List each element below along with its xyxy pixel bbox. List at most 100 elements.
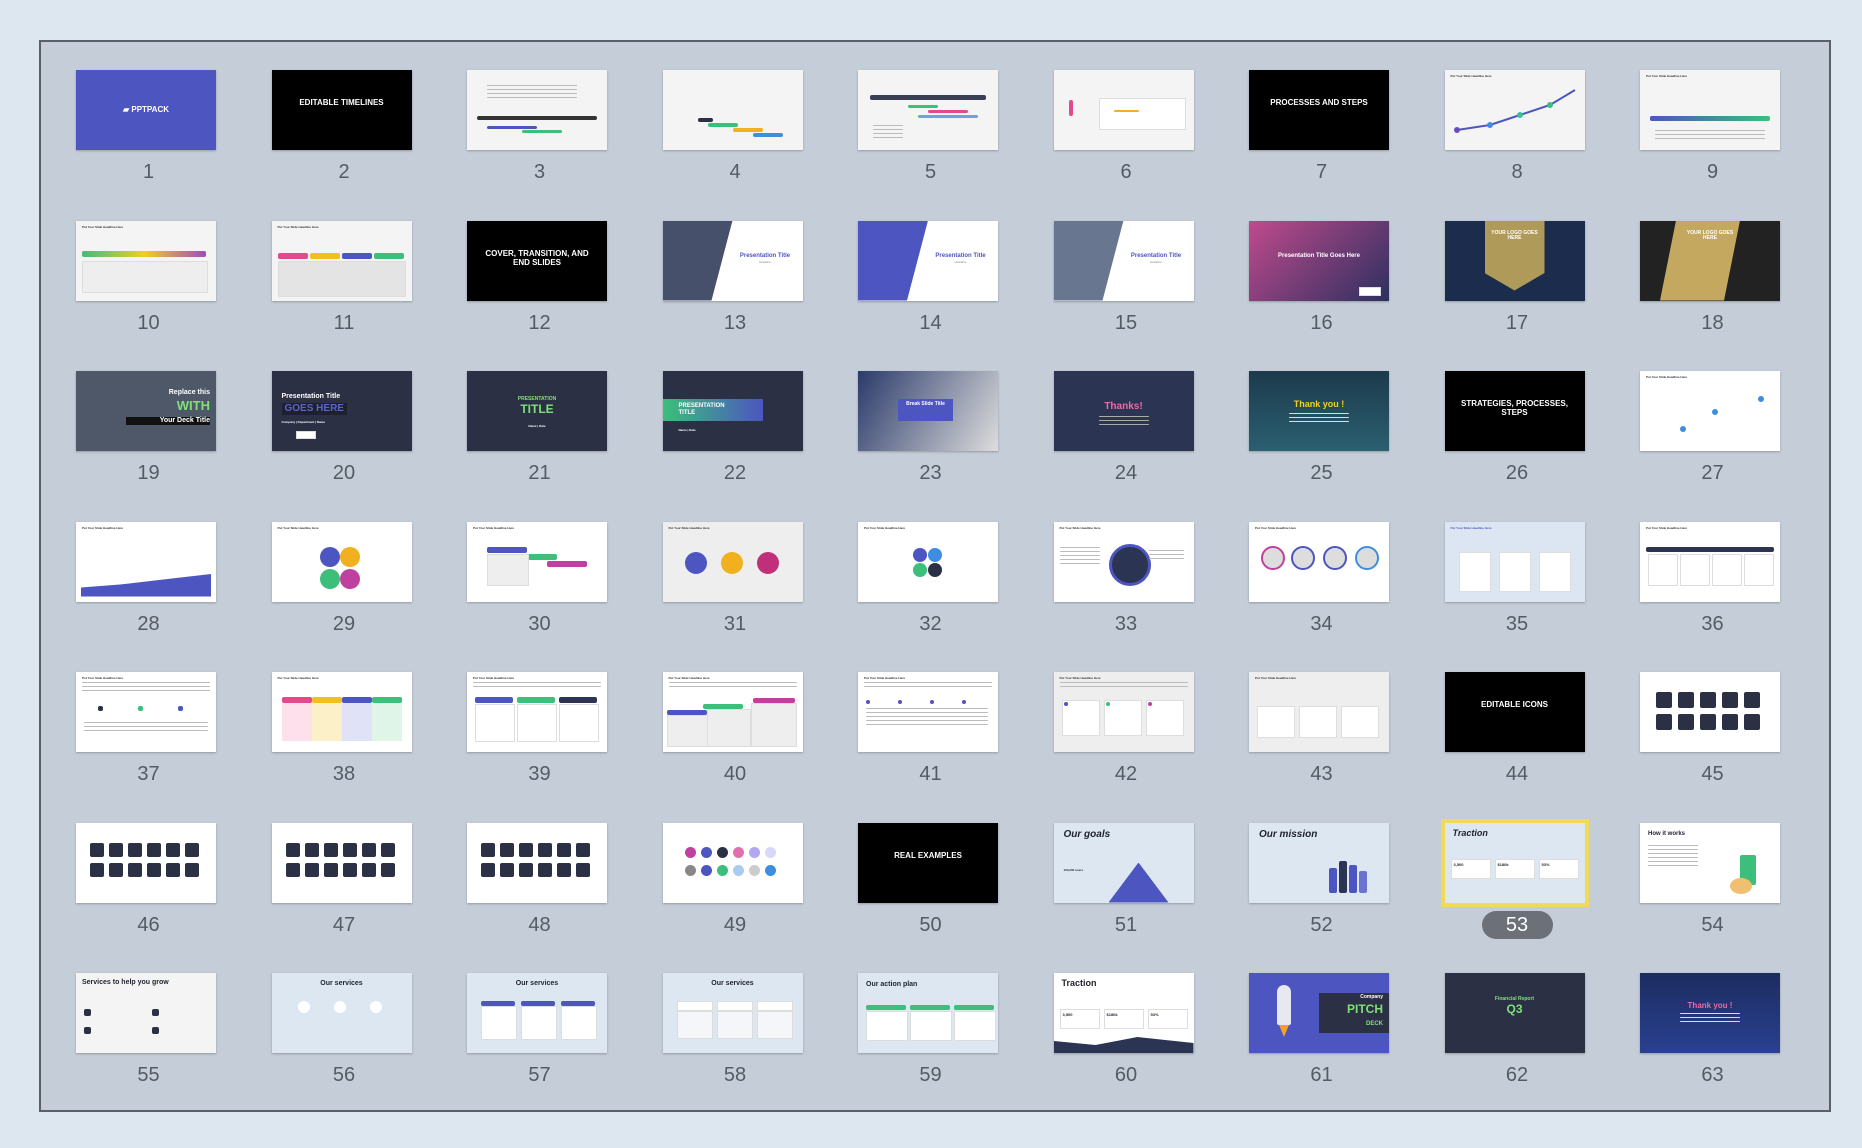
slide-thumbnail[interactable] xyxy=(467,822,607,903)
slide-thumbnail[interactable]: Thank you ! xyxy=(1249,371,1389,451)
slide-thumbnail-item[interactable]: 3 xyxy=(442,42,637,192)
slide-thumbnail[interactable]: Thanks! xyxy=(1053,371,1194,451)
slide-thumbnail-item[interactable]: Our mission 52 xyxy=(1224,795,1419,945)
slide-thumbnail-item[interactable]: 4 xyxy=(638,42,833,192)
slide-thumbnail[interactable]: Put Your Slide Headline Here xyxy=(271,220,412,301)
slide-thumbnail[interactable] xyxy=(271,822,412,903)
slide-thumbnail[interactable] xyxy=(662,70,803,150)
slide-thumbnail[interactable]: Company PITCH DECK xyxy=(1249,973,1389,1053)
slide-thumbnail[interactable]: Thank you ! xyxy=(1640,973,1780,1053)
slide-thumbnail[interactable]: How it works xyxy=(1640,822,1780,903)
slide-thumbnail-item[interactable]: Traction 3,500 $180k 53% 60 xyxy=(1029,945,1224,1095)
slide-thumbnail[interactable]: Put Your Slide Headline Here xyxy=(858,672,998,752)
slide-thumbnail-item[interactable]: 49 xyxy=(638,795,833,945)
slide-thumbnail-item[interactable]: Put Your Slide Headline Here 38 xyxy=(247,644,442,794)
slide-thumbnail-item[interactable]: YOUR LOGO GOES HERE 17 xyxy=(1420,193,1615,343)
slide-thumbnail-item[interactable]: 47 xyxy=(247,795,442,945)
slide-thumbnail[interactable]: Break Slide Title xyxy=(858,371,998,451)
slide-thumbnail-item[interactable]: PROCESSES AND STEPS 7 xyxy=(1224,42,1419,192)
slide-thumbnail-item[interactable]: Thanks! 24 xyxy=(1029,343,1224,493)
slide-thumbnail[interactable] xyxy=(858,70,998,150)
slide-thumbnail-item[interactable]: How it works 54 xyxy=(1615,795,1810,945)
slide-thumbnail[interactable]: EDITABLE TIMELINES xyxy=(271,70,412,150)
slide-thumbnail-item[interactable]: STRATEGIES, PROCESSES, STEPS 26 xyxy=(1420,343,1615,493)
slide-thumbnail[interactable]: Put Your Slide Headline Here xyxy=(271,521,412,602)
slide-thumbnail[interactable]: Presentation Title Goes Here xyxy=(1249,220,1389,301)
slide-thumbnail-item[interactable]: Break Slide Title 23 xyxy=(833,343,1028,493)
slide-thumbnail[interactable]: PRESENTATION TITLE Name | Date xyxy=(662,371,803,451)
slide-thumbnail[interactable]: Traction 3,500 $180k 53% xyxy=(1053,973,1194,1053)
slide-thumbnail[interactable]: Put Your Slide Headline Here xyxy=(467,672,607,752)
slide-thumbnail-item[interactable]: Company PITCH DECK 61 xyxy=(1224,945,1419,1095)
slide-thumbnail[interactable]: Our action plan xyxy=(858,973,998,1053)
slide-thumbnail[interactable]: Traction 3,500 $180k 53% xyxy=(1440,818,1589,907)
slide-thumbnail-item[interactable]: COVER, TRANSITION, AND END SLIDES 12 xyxy=(442,193,637,343)
slide-thumbnail[interactable]: PRESENTATION TITLE Name | Date xyxy=(467,371,607,451)
slide-thumbnail[interactable]: Put Your Slide Headline Here xyxy=(1053,672,1194,752)
slide-thumbnail-item[interactable]: Replace this WITH Your Deck Title 19 xyxy=(51,343,246,493)
slide-thumbnail-item[interactable]: Put Your Slide Headline Here 9 xyxy=(1615,42,1810,192)
slide-thumbnail[interactable] xyxy=(467,70,607,150)
slide-thumbnail[interactable]: YOUR LOGO GOES HERE xyxy=(1640,220,1780,301)
slide-thumbnail-item[interactable]: PRESENTATION TITLE Name | Date 21 xyxy=(442,343,637,493)
slide-thumbnail-item[interactable]: YOUR LOGO GOES HERE 18 xyxy=(1615,193,1810,343)
slide-thumbnail-item[interactable]: Presentation Title Headline 15 xyxy=(1029,193,1224,343)
slide-thumbnail-item[interactable]: Our services 58 xyxy=(638,945,833,1095)
slide-thumbnail-item[interactable]: 48 xyxy=(442,795,637,945)
slide-thumbnail-item[interactable]: Our services 57 xyxy=(442,945,637,1095)
slide-thumbnail-item[interactable]: Our goals 100,000 users 51 xyxy=(1029,795,1224,945)
slide-thumbnail[interactable]: Put Your Slide Headline Here xyxy=(1640,371,1780,451)
slide-thumbnail-item[interactable]: EDITABLE TIMELINES 2 xyxy=(247,42,442,192)
slide-thumbnail[interactable]: YOUR LOGO GOES HERE xyxy=(1444,220,1585,301)
slide-thumbnail-item[interactable]: Financial Report Q3 62 xyxy=(1420,945,1615,1095)
slide-thumbnail-item[interactable]: Put Your Slide Headline Here 36 xyxy=(1615,494,1810,644)
slide-thumbnail-item[interactable]: Put Your Slide Headline Here 40 xyxy=(638,644,833,794)
slide-thumbnail[interactable]: Put Your Slide Headline Here xyxy=(858,521,998,602)
slide-thumbnail[interactable]: Our services xyxy=(271,973,412,1053)
slide-thumbnail[interactable]: Put Your Slide Headline Here xyxy=(76,521,216,602)
slide-thumbnail[interactable]: Put Your Slide Headline Here xyxy=(1640,521,1780,602)
slide-thumbnail-item[interactable]: Put Your Slide Headline Here 8 xyxy=(1420,42,1615,192)
slide-thumbnail-item[interactable]: Thank you ! 25 xyxy=(1224,343,1419,493)
slide-thumbnail-item[interactable]: Put Your Slide Headline Here 34 xyxy=(1224,494,1419,644)
slide-thumbnail-item[interactable]: Put Your Slide Headline Here 41 xyxy=(833,644,1028,794)
slide-thumbnail-item[interactable]: Presentation Title Headline 13 xyxy=(638,193,833,343)
slide-thumbnail-item[interactable]: Put Your Slide Headline Here 29 xyxy=(247,494,442,644)
slide-thumbnail[interactable]: Presentation Title Headline xyxy=(662,220,803,301)
slide-thumbnail-item[interactable]: ▰ PPTPACK 1 xyxy=(51,42,246,192)
slide-thumbnail-item[interactable]: 46 xyxy=(51,795,246,945)
slide-thumbnail-item[interactable]: 5 xyxy=(833,42,1028,192)
slide-thumbnail-item[interactable]: EDITABLE ICONS 44 xyxy=(1420,644,1615,794)
slide-thumbnail[interactable]: STRATEGIES, PROCESSES, STEPS xyxy=(1444,371,1585,451)
slide-thumbnail[interactable]: Presentation Title Headline xyxy=(858,220,998,301)
slide-thumbnail[interactable]: Put Your Slide Headline Here xyxy=(271,672,412,752)
slide-thumbnail[interactable]: Put Your Slide Headline Here xyxy=(467,521,607,602)
slide-thumbnail-item[interactable]: Put Your Slide Headline Here 37 xyxy=(51,644,246,794)
slide-thumbnail[interactable]: EDITABLE ICONS xyxy=(1444,672,1585,752)
slide-thumbnail[interactable]: Put Your Slide Headline Here xyxy=(1053,521,1194,602)
slide-thumbnail-item[interactable]: Services to help you grow 55 xyxy=(51,945,246,1095)
slide-thumbnail-item[interactable]: Put Your Slide Headline Here 31 xyxy=(638,494,833,644)
slide-thumbnail[interactable]: Put Your Slide Headline Here xyxy=(662,672,803,752)
slide-thumbnail[interactable] xyxy=(1053,70,1194,150)
slide-thumbnail-item[interactable]: Put Your Slide Headline Here 39 xyxy=(442,644,637,794)
slide-thumbnail-item[interactable]: Put Your Slide Headline Here 11 xyxy=(247,193,442,343)
slide-thumbnail[interactable]: Put Your Slide Headline Here xyxy=(1444,521,1585,602)
slide-thumbnail-item[interactable]: REAL EXAMPLES 50 xyxy=(833,795,1028,945)
slide-thumbnail-item[interactable]: Presentation Title Goes Here 16 xyxy=(1224,193,1419,343)
slide-thumbnail[interactable]: Presentation Title Headline xyxy=(1053,220,1194,301)
slide-thumbnail-item[interactable]: Our action plan 59 xyxy=(833,945,1028,1095)
slide-thumbnail[interactable]: Put Your Slide Headline Here xyxy=(1249,672,1389,752)
slide-thumbnail[interactable]: Put Your Slide Headline Here xyxy=(76,672,216,752)
slide-thumbnail[interactable] xyxy=(1640,672,1780,752)
slide-thumbnail[interactable]: Put Your Slide Headline Here xyxy=(1249,521,1389,602)
slide-thumbnail[interactable]: Replace this WITH Your Deck Title xyxy=(76,371,216,451)
slide-thumbnail-item[interactable]: Traction 3,500 $180k 53% 53 xyxy=(1420,795,1615,945)
slide-thumbnail-item[interactable]: Put Your Slide Headline Here 35 xyxy=(1420,494,1615,644)
slide-thumbnail[interactable]: Financial Report Q3 xyxy=(1444,973,1585,1053)
slide-thumbnail[interactable]: Presentation Title GOES HERE Company | Dep… xyxy=(271,371,412,451)
slide-thumbnail[interactable]: Our services xyxy=(662,973,803,1053)
slide-thumbnail[interactable]: Services to help you grow xyxy=(76,973,216,1053)
slide-thumbnail-item[interactable]: Put Your Slide Headline Here 33 xyxy=(1029,494,1224,644)
slide-thumbnail-item[interactable]: Thank you ! 63 xyxy=(1615,945,1810,1095)
